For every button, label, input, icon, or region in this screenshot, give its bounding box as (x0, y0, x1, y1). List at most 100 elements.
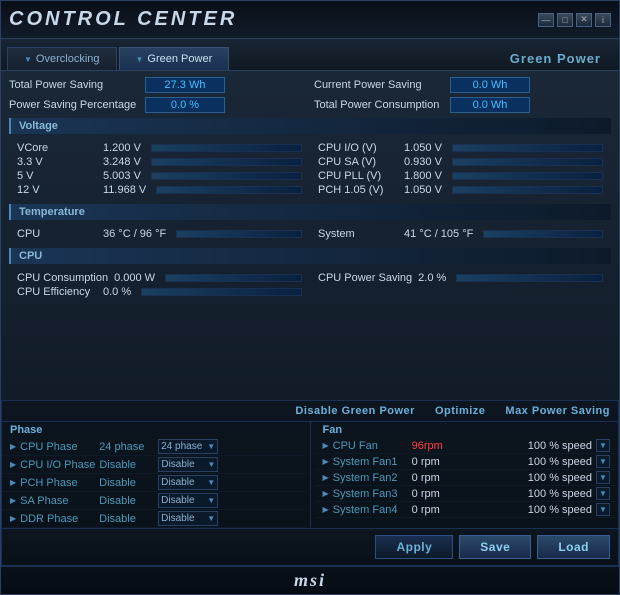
disable-green-power-label: Disable Green Power (295, 405, 415, 417)
chevron-down-icon: ▼ (599, 457, 607, 466)
voltage-key-1: CPU I/O (V) (318, 142, 398, 154)
fan-row-select-3[interactable]: ▼ (596, 487, 610, 500)
voltage-bar-3 (452, 158, 603, 166)
temp-val-0: 36 °C / 96 °F (103, 228, 166, 240)
chevron-down-icon: ▼ (207, 496, 215, 505)
chevron-down-icon: ▼ (599, 441, 607, 450)
voltage-key-7: PCH 1.05 (V) (318, 184, 398, 196)
power-saving-pct-value: 0.0 % (145, 97, 225, 113)
save-button[interactable]: Save (459, 535, 531, 559)
voltage-bar-4 (151, 172, 302, 180)
temperature-section-header: Temperature (9, 204, 611, 220)
table-row: ▶ CPU Fan 96rpm 100 % speed ▼ (315, 438, 619, 454)
voltage-val-4: 5.003 V (103, 170, 141, 182)
fan-row-speed-2: 100 % speed (461, 472, 592, 484)
list-item: CPU Power Saving 2.0 % (310, 271, 611, 285)
maximize-button[interactable]: □ (557, 13, 573, 27)
voltage-val-2: 3.248 V (103, 156, 141, 168)
table-row: ▶ SA Phase Disable Disable ▼ (2, 492, 306, 510)
voltage-key-0: VCore (17, 142, 97, 154)
current-power-saving-value: 0.0 Wh (450, 77, 530, 93)
phase-row-select-2[interactable]: Disable ▼ (158, 475, 218, 490)
voltage-val-6: 11.968 V (103, 184, 146, 196)
fan-row-label-3: System Fan3 (333, 488, 408, 500)
list-item: 5 V 5.003 V (9, 169, 310, 183)
fan-row-select-2[interactable]: ▼ (596, 471, 610, 484)
row-arrow-icon: ▶ (10, 496, 16, 505)
bottom-phase-fan-area: Disable Green Power Optimize Max Power S… (1, 400, 619, 566)
fan-row-select-1[interactable]: ▼ (596, 455, 610, 468)
phase-select-text-4: Disable (161, 513, 194, 524)
fan-row-value-0: 96rpm (412, 440, 457, 452)
chevron-down-icon: ▼ (207, 460, 215, 469)
temp-key-0: CPU (17, 228, 97, 240)
fan-row-select-0[interactable]: ▼ (596, 439, 610, 452)
fan-row-label-4: System Fan4 (333, 504, 408, 516)
chevron-down-icon: ▼ (207, 442, 215, 451)
cpu-bar-1 (456, 274, 603, 282)
fan-col-header: Fan (323, 424, 343, 436)
list-item: CPU SA (V) 0.930 V (310, 155, 611, 169)
table-row: ▶ System Fan1 0 rpm 100 % speed ▼ (315, 454, 619, 470)
fan-row-speed-3: 100 % speed (461, 488, 592, 500)
phase-row-label-4: DDR Phase (20, 513, 95, 525)
row-arrow-icon: ▶ (10, 460, 16, 469)
phase-section: Phase ▶ CPU Phase 24 phase 24 phase ▼ ▶ (2, 422, 306, 528)
voltage-key-5: CPU PLL (V) (318, 170, 398, 182)
table-row: ▶ System Fan2 0 rpm 100 % speed ▼ (315, 470, 619, 486)
tab-green-power-label: Green Power (147, 53, 212, 65)
close-button[interactable]: ✕ (576, 13, 592, 27)
info-button[interactable]: i (595, 13, 611, 27)
fan-header: Fan (315, 422, 619, 438)
phase-row-select-4[interactable]: Disable ▼ (158, 511, 218, 526)
fan-row-label-2: System Fan2 (333, 472, 408, 484)
list-item: VCore 1.200 V (9, 141, 310, 155)
row-arrow-icon: ▶ (10, 514, 16, 523)
list-item: System 41 °C / 105 °F (310, 227, 611, 241)
phase-col-header: Phase (10, 424, 42, 436)
voltage-key-3: CPU SA (V) (318, 156, 398, 168)
cpu-val-0: 0.000 W (114, 272, 155, 284)
phase-row-select-1[interactable]: Disable ▼ (158, 457, 218, 472)
row-arrow-icon: ▶ (323, 505, 329, 514)
cpu-grid: CPU Consumption 0.000 W CPU Power Saving… (9, 269, 611, 301)
voltage-bar-5 (452, 172, 603, 180)
voltage-grid: VCore 1.200 V CPU I/O (V) 1.050 V 3.3 V … (9, 139, 611, 199)
voltage-bar-7 (452, 186, 603, 194)
list-item: CPU I/O (V) 1.050 V (310, 141, 611, 155)
cpu-bar-2 (141, 288, 302, 296)
voltage-key-6: 12 V (17, 184, 97, 196)
current-power-saving-label: Current Power Saving (314, 79, 444, 91)
phase-row-select-3[interactable]: Disable ▼ (158, 493, 218, 508)
voltage-section-header: Voltage (9, 118, 611, 134)
table-row: ▶ CPU Phase 24 phase 24 phase ▼ (2, 438, 306, 456)
phase-row-label-3: SA Phase (20, 495, 95, 507)
chevron-down-icon: ▼ (599, 473, 607, 482)
fan-row-label-0: CPU Fan (333, 440, 408, 452)
row-arrow-icon: ▶ (10, 442, 16, 451)
cpu-section-header: CPU (9, 248, 611, 264)
total-power-consumption-label: Total Power Consumption (314, 99, 444, 111)
load-button[interactable]: Load (537, 535, 610, 559)
power-stats-row2: Power Saving Percentage 0.0 % Total Powe… (9, 97, 611, 113)
temp-bar-1 (483, 230, 603, 238)
msi-logo: msi (294, 570, 326, 591)
phase-row-select-0[interactable]: 24 phase ▼ (158, 439, 218, 454)
tab-green-power[interactable]: ▼ Green Power (119, 47, 230, 70)
cpu-key-1: CPU Power Saving (318, 272, 412, 284)
row-arrow-icon: ▶ (323, 441, 329, 450)
temp-bar-0 (176, 230, 302, 238)
msi-logo-bar: msi (1, 566, 619, 594)
fan-row-select-4[interactable]: ▼ (596, 503, 610, 516)
chevron-down-icon: ▼ (207, 514, 215, 523)
tab-arrow-icon2: ▼ (136, 55, 144, 64)
cpu-bar-0 (165, 274, 302, 282)
tab-overclocking[interactable]: ▼ Overclocking (7, 47, 117, 70)
list-item (310, 285, 611, 299)
phase-row-label-0: CPU Phase (20, 441, 95, 453)
apply-button[interactable]: Apply (375, 535, 453, 559)
minimize-button[interactable]: — (538, 13, 554, 27)
list-item: CPU Efficiency 0.0 % (9, 285, 310, 299)
list-item: 12 V 11.968 V (9, 183, 310, 197)
chevron-down-icon: ▼ (599, 505, 607, 514)
